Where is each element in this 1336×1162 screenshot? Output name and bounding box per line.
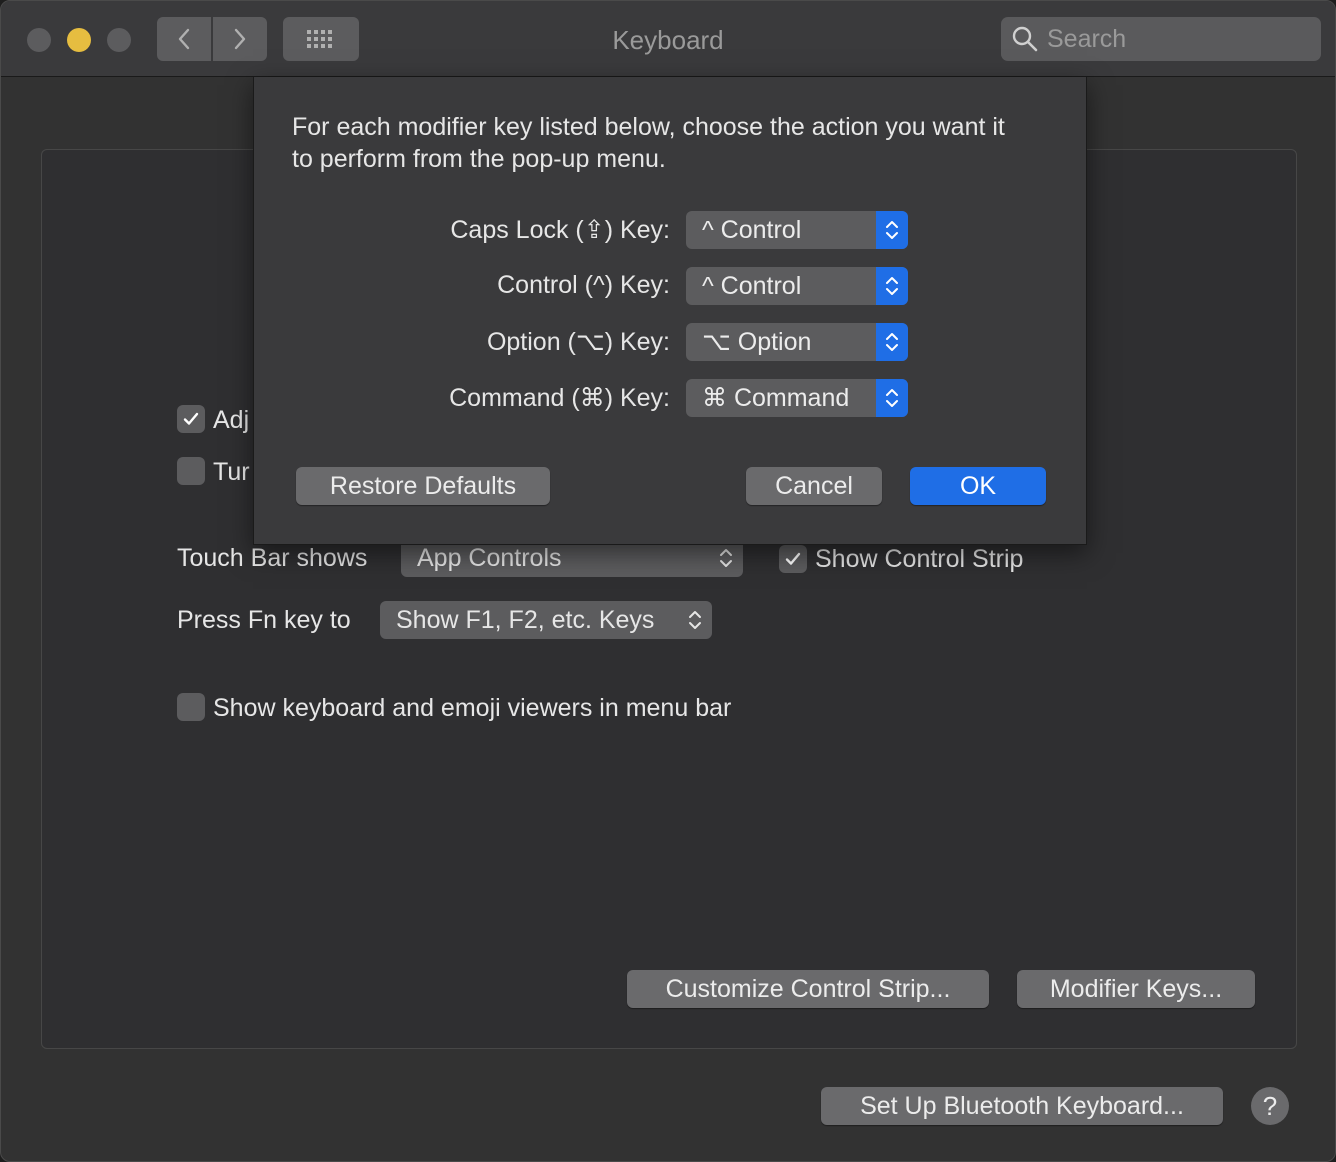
forward-button[interactable] [213, 17, 267, 61]
modifier-keys-sheet: For each modifier key listed below, choo… [253, 77, 1087, 545]
zoom-window-button[interactable] [107, 28, 131, 52]
fn-key-value: Show F1, F2, etc. Keys [396, 605, 655, 634]
ok-button[interactable]: OK [910, 467, 1046, 505]
command-key-value: ⌘ Command [702, 384, 850, 412]
fn-key-label: Press Fn key to [177, 606, 351, 634]
chevron-left-icon [178, 28, 190, 50]
caps-lock-stepper [876, 211, 908, 249]
show-control-strip-checkbox[interactable] [779, 545, 807, 573]
close-window-button[interactable] [27, 28, 51, 52]
search-icon [1012, 26, 1038, 52]
updown-arrows-icon [886, 221, 898, 239]
touch-bar-value: App Controls [417, 543, 562, 572]
cancel-button[interactable]: Cancel [746, 467, 882, 505]
control-key-stepper [876, 267, 908, 305]
updown-arrows-icon [886, 333, 898, 351]
help-button[interactable]: ? [1251, 1087, 1289, 1125]
option-key-stepper [876, 323, 908, 361]
fn-key-popup[interactable]: Show F1, F2, etc. Keys [380, 601, 712, 639]
adjust-brightness-label: Adj [213, 406, 250, 434]
emoji-viewer-label: Show keyboard and emoji viewers in menu … [213, 694, 732, 722]
command-key-label: Command (⌘) Key: [449, 384, 670, 412]
command-key-stepper [876, 379, 908, 417]
show-control-strip-label: Show Control Strip [815, 545, 1024, 573]
show-all-button[interactable] [283, 17, 359, 61]
minimize-window-button[interactable] [67, 28, 91, 52]
updown-arrows-icon [886, 389, 898, 407]
adjust-brightness-checkbox[interactable] [177, 405, 205, 433]
control-key-popup[interactable]: ^ Control [686, 267, 908, 305]
updown-arrows-icon [886, 277, 898, 295]
turn-off-backlight-label: Tur [213, 458, 250, 486]
bluetooth-keyboard-button[interactable]: Set Up Bluetooth Keyboard... [821, 1087, 1223, 1125]
customize-control-strip-button[interactable]: Customize Control Strip... [627, 970, 989, 1008]
modifier-keys-button[interactable]: Modifier Keys... [1017, 970, 1255, 1008]
option-key-label: Option (⌥) Key: [486, 328, 670, 356]
check-icon [183, 412, 199, 425]
option-key-value: ⌥ Option [702, 328, 812, 356]
turn-off-backlight-checkbox[interactable] [177, 457, 205, 485]
control-key-value: ^ Control [702, 271, 802, 300]
back-button[interactable] [157, 17, 211, 61]
keyboard-preferences-window: Keyboard Adj Tur Touch Bar shows App Con… [0, 0, 1336, 1162]
check-icon [785, 552, 801, 565]
caps-lock-label: Caps Lock (⇪) Key: [450, 216, 670, 244]
emoji-viewer-checkbox[interactable] [177, 693, 205, 721]
updown-arrows-icon [689, 611, 701, 629]
sheet-instruction: For each modifier key listed below, choo… [292, 113, 1005, 173]
search-field[interactable] [1001, 17, 1321, 61]
command-key-popup[interactable]: ⌘ Command [686, 379, 908, 417]
grid-icon [307, 30, 332, 48]
restore-defaults-button[interactable]: Restore Defaults [296, 467, 550, 505]
title-bar: Keyboard [1, 1, 1335, 77]
updown-arrows-icon [720, 549, 732, 567]
search-input[interactable] [1047, 24, 1307, 54]
control-key-label: Control (^) Key: [497, 271, 670, 299]
touch-bar-label: Touch Bar shows [177, 544, 368, 572]
option-key-popup[interactable]: ⌥ Option [686, 323, 908, 361]
caps-lock-popup[interactable]: ^ Control [686, 211, 908, 249]
caps-lock-value: ^ Control [702, 215, 802, 244]
chevron-right-icon [234, 28, 246, 50]
